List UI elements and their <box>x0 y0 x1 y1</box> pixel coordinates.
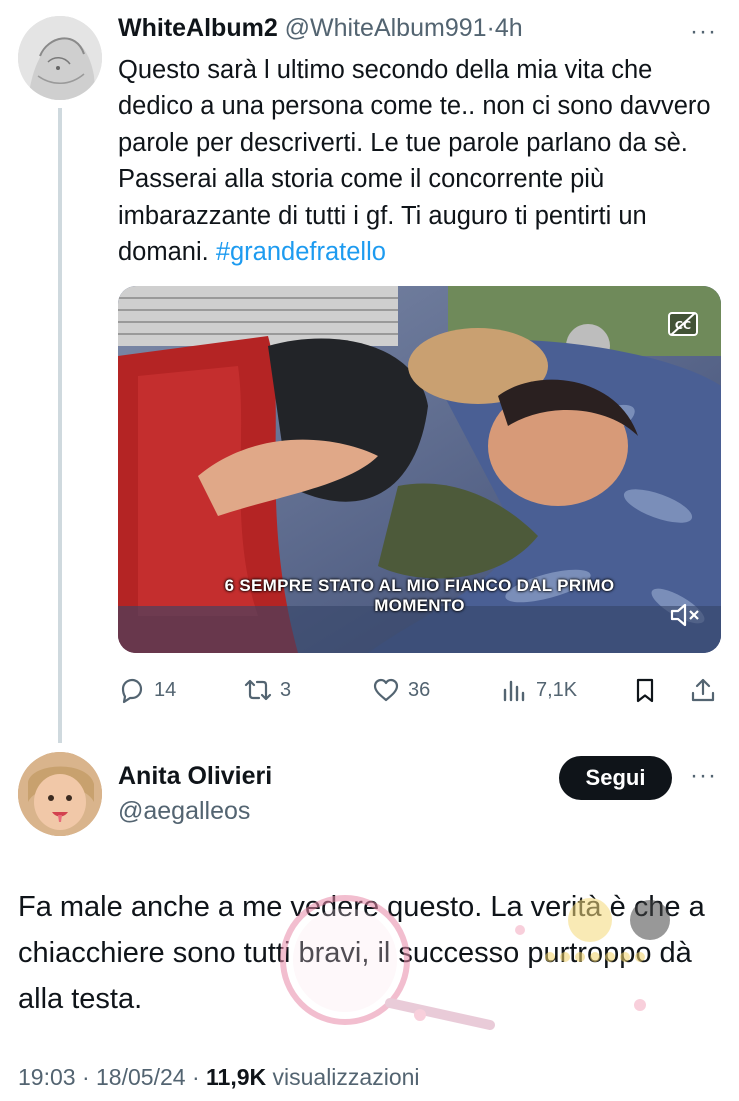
reply-time[interactable]: 19:03 <box>18 1064 76 1090</box>
like-count: 36 <box>408 678 431 701</box>
tweet-main: WhiteAlbum2 @WhiteAlbum991·4h ··· Questo… <box>0 0 739 743</box>
tweet-actions: 14 3 36 7,1K <box>118 672 723 708</box>
views-button[interactable]: 7,1K <box>500 672 577 708</box>
meta-separator-2: · <box>191 1064 200 1090</box>
more-horizontal-icon[interactable]: ··· <box>690 18 717 46</box>
reply-button[interactable]: 14 <box>118 672 176 708</box>
views-count: 7,1K <box>536 678 578 701</box>
share-button[interactable] <box>689 672 717 708</box>
subtitle-line-1: 6 SEMPRE STATO AL MIO FIANCO DAL PRIMO <box>224 576 615 595</box>
author-handle[interactable]: @WhiteAlbum991 <box>285 14 487 42</box>
tweet-body: Questo sarà l ultimo secondo della mia v… <box>118 56 711 267</box>
closed-captions-icon[interactable]: CC <box>667 310 699 338</box>
reply-text: Fa male anche a me vedere questo. La ver… <box>18 891 705 1015</box>
reply-count: 14 <box>154 678 177 701</box>
retweet-icon <box>244 679 272 701</box>
share-icon <box>691 678 715 702</box>
bookmark-icon <box>636 678 654 703</box>
tweet-video[interactable]: CC 6 SEMPRE STATO AL MIO FIANCO DAL PRIM… <box>118 286 721 653</box>
meta-separator-1: · <box>81 1064 90 1090</box>
tweet-header: WhiteAlbum2 @WhiteAlbum991·4h <box>118 14 523 43</box>
video-subtitle: 6 SEMPRE STATO AL MIO FIANCO DAL PRIMO M… <box>118 576 721 616</box>
reply-views-label: visualizzazioni <box>272 1064 420 1090</box>
muted-speaker-icon[interactable] <box>667 599 703 631</box>
retweet-count: 3 <box>280 678 292 701</box>
reply-meta: 19:03 · 18/05/24 · 11,9K visualizzazioni <box>18 1064 420 1091</box>
author-name[interactable]: WhiteAlbum2 <box>118 14 278 42</box>
reply-author-handle[interactable]: @aegalleos <box>118 797 250 826</box>
reply-author-avatar[interactable] <box>18 752 102 836</box>
follow-button[interactable]: Segui <box>559 756 672 800</box>
like-button[interactable]: 36 <box>372 672 430 708</box>
subtitle-line-2: MOMENTO <box>374 596 465 615</box>
author-avatar[interactable] <box>18 16 102 100</box>
thread-connector-line <box>58 108 62 743</box>
reply-icon <box>121 678 143 704</box>
more-horizontal-icon[interactable]: ··· <box>690 762 717 790</box>
hashtag-link[interactable]: #grandefratello <box>216 238 386 266</box>
reply-author-name[interactable]: Anita Olivieri <box>118 762 272 791</box>
header-separator: · <box>486 14 495 42</box>
heart-icon <box>373 678 399 702</box>
reply-views-count[interactable]: 11,9K <box>206 1064 266 1090</box>
bookmark-button[interactable] <box>631 672 659 708</box>
tweet-time[interactable]: 4h <box>495 14 523 42</box>
reply-date[interactable]: 18/05/24 <box>96 1064 186 1090</box>
tweet-text: Questo sarà l ultimo secondo della mia v… <box>118 52 728 270</box>
views-chart-icon <box>503 680 525 702</box>
retweet-button[interactable]: 3 <box>244 672 291 708</box>
